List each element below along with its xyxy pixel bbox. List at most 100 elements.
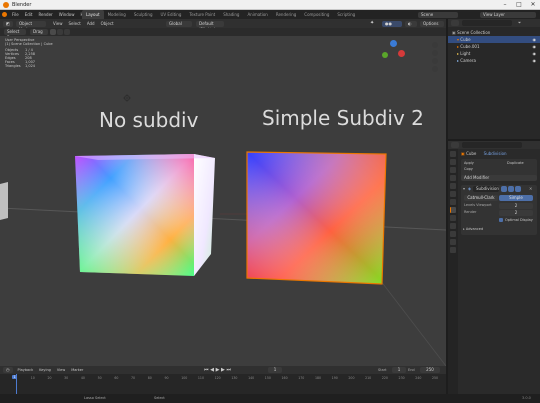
outliner-item-light[interactable]: ▸ Light ◉ [448,50,540,57]
render-tab-icon[interactable] [450,159,456,165]
advanced-subpanel[interactable]: ▸ Advanced [463,227,483,231]
output-tab-icon[interactable] [450,167,456,173]
tab-shading[interactable]: Shading [219,10,243,19]
mode-selector[interactable]: Object Mode [16,20,46,32]
jump-start-icon[interactable]: ⏮ [204,367,209,373]
view-layer-selector[interactable]: View Layer [480,11,536,18]
outliner-editor-type-icon[interactable] [451,20,459,26]
gizmo-icon[interactable]: ✦ [370,20,374,26]
tool-tab-icon[interactable] [450,151,456,157]
editor-type-button[interactable]: ◩ [3,20,13,27]
world-tab-icon[interactable] [450,191,456,197]
menu-window[interactable]: Window [56,10,78,19]
blender-menu-icon[interactable] [2,12,7,17]
gizmo-y-icon[interactable] [382,52,388,58]
collapse-arrow-icon[interactable]: ▾ [463,186,465,191]
visibility-eye-icon[interactable]: ◉ [533,36,537,43]
select-mode-subtract-icon[interactable] [64,29,70,35]
visibility-eye-icon[interactable]: ◉ [533,57,537,64]
pan-icon[interactable] [432,50,438,56]
zoom-icon[interactable] [432,42,438,48]
outliner-search[interactable] [462,20,512,26]
outliner-item-cube-001[interactable]: ▸ Cube.001 ◉ [448,43,540,50]
scene-tab-icon[interactable] [450,183,456,189]
snap-selector[interactable]: Default (Flights) [196,20,224,32]
options-button[interactable]: Options [420,20,444,27]
menu-edit[interactable]: Edit [22,10,36,19]
close-modifier-icon[interactable]: ✕ [529,186,532,191]
tab-rendering[interactable]: Rendering [272,10,300,19]
select-mode-extend-icon[interactable] [57,29,63,35]
filter-icon[interactable]: ⏷ [518,20,521,25]
material-tab-icon[interactable] [450,247,456,253]
levels-viewport-field[interactable]: 2 [499,203,533,209]
maximize-button[interactable]: □ [512,1,526,9]
current-frame-field[interactable]: 1 [268,367,282,373]
cube-no-subdiv[interactable] [75,154,215,276]
camera-view-icon[interactable] [432,58,438,64]
next-key-icon[interactable]: ▶ [221,367,225,373]
3d-viewport[interactable]: User Perspective (1) Scene Collection | … [0,36,446,366]
viewport-menu-add[interactable]: Add [84,19,98,28]
physics-tab-icon[interactable] [450,223,456,229]
viewport-canvas[interactable] [0,36,446,366]
copy-button[interactable]: Copy [464,167,473,171]
tab-uv-editing[interactable]: UV Editing [157,10,186,19]
properties-editor-type-icon[interactable] [451,142,459,148]
duplicate-button[interactable]: Duplicate [507,161,524,165]
timeline-track[interactable]: 0102030405060708090100110120130140150160… [0,374,446,394]
properties-search[interactable] [462,142,522,148]
menu-render[interactable]: Render [35,10,55,19]
overlay-button[interactable]: ◐ [405,20,417,27]
timeline-editor-type-icon[interactable]: ◷ [3,367,13,373]
data-tab-icon[interactable] [450,239,456,245]
tab-layout[interactable]: Layout [82,10,104,19]
play-icon[interactable]: ▶ [216,367,220,373]
outliner-root[interactable]: ▣ Scene Collection [448,29,540,36]
shading-solid-button[interactable]: ●● [382,20,402,27]
tab-compositing[interactable]: Compositing [300,10,333,19]
gizmo-z-icon[interactable] [390,40,397,47]
outliner-item-camera[interactable]: ▸ Camera ◉ [448,57,540,64]
minimize-button[interactable]: – [498,1,512,9]
cube-simple-subdiv[interactable] [246,151,387,285]
particles-tab-icon[interactable] [450,215,456,221]
constraints-tab-icon[interactable] [450,231,456,237]
select-mode-new-icon[interactable] [50,29,56,35]
modifier-tab-icon[interactable] [450,207,456,213]
add-modifier-dropdown[interactable]: Add Modifier [461,175,537,181]
visibility-eye-icon[interactable]: ◉ [533,43,537,50]
simple-option[interactable]: Simple [499,195,533,201]
optimal-display-checkbox[interactable] [499,218,503,222]
orientation-selector[interactable]: Global [166,20,192,27]
tab-sculpting[interactable]: Sculpting [130,10,157,19]
tab-animation[interactable]: Animation [243,10,271,19]
edit-mode-toggle-icon[interactable] [501,186,507,192]
end-frame-field[interactable]: 250 [420,367,440,373]
drag-selector[interactable]: Drag [30,29,48,35]
viewport-menu-object[interactable]: Object [98,19,117,28]
navigation-gizmo[interactable] [374,38,406,70]
tab-modeling[interactable]: Modeling [104,10,130,19]
scene-selector[interactable]: Scene [418,11,458,18]
modifier-name-field[interactable]: Subdivision [473,186,499,192]
start-frame-field[interactable]: 1 [392,367,406,373]
viewport-menu-select[interactable]: Select [66,19,84,28]
jump-end-icon[interactable]: ⏭ [226,367,231,373]
outliner-item-cube[interactable]: ▾ Cube ◉ [448,36,540,43]
apply-button[interactable]: Apply [464,161,474,165]
realtime-toggle-icon[interactable] [508,186,514,192]
tab-texture-paint[interactable]: Texture Paint [185,10,219,19]
perspective-toggle-icon[interactable] [432,66,438,72]
render-levels-field[interactable]: 2 [499,210,533,216]
tab-scripting[interactable]: Scripting [333,10,359,19]
visibility-eye-icon[interactable]: ◉ [533,50,537,57]
select-box-tool[interactable]: Select Box [4,29,26,40]
gizmo-x-icon[interactable] [398,50,405,57]
object-tab-icon[interactable] [450,199,456,205]
catmull-clark-option[interactable]: Catmull-Clark [464,195,498,201]
view-layer-tab-icon[interactable] [450,175,456,181]
prev-key-icon[interactable]: ◀ [210,367,214,373]
menu-file[interactable]: File [9,10,22,19]
close-button[interactable]: ✕ [526,1,540,9]
